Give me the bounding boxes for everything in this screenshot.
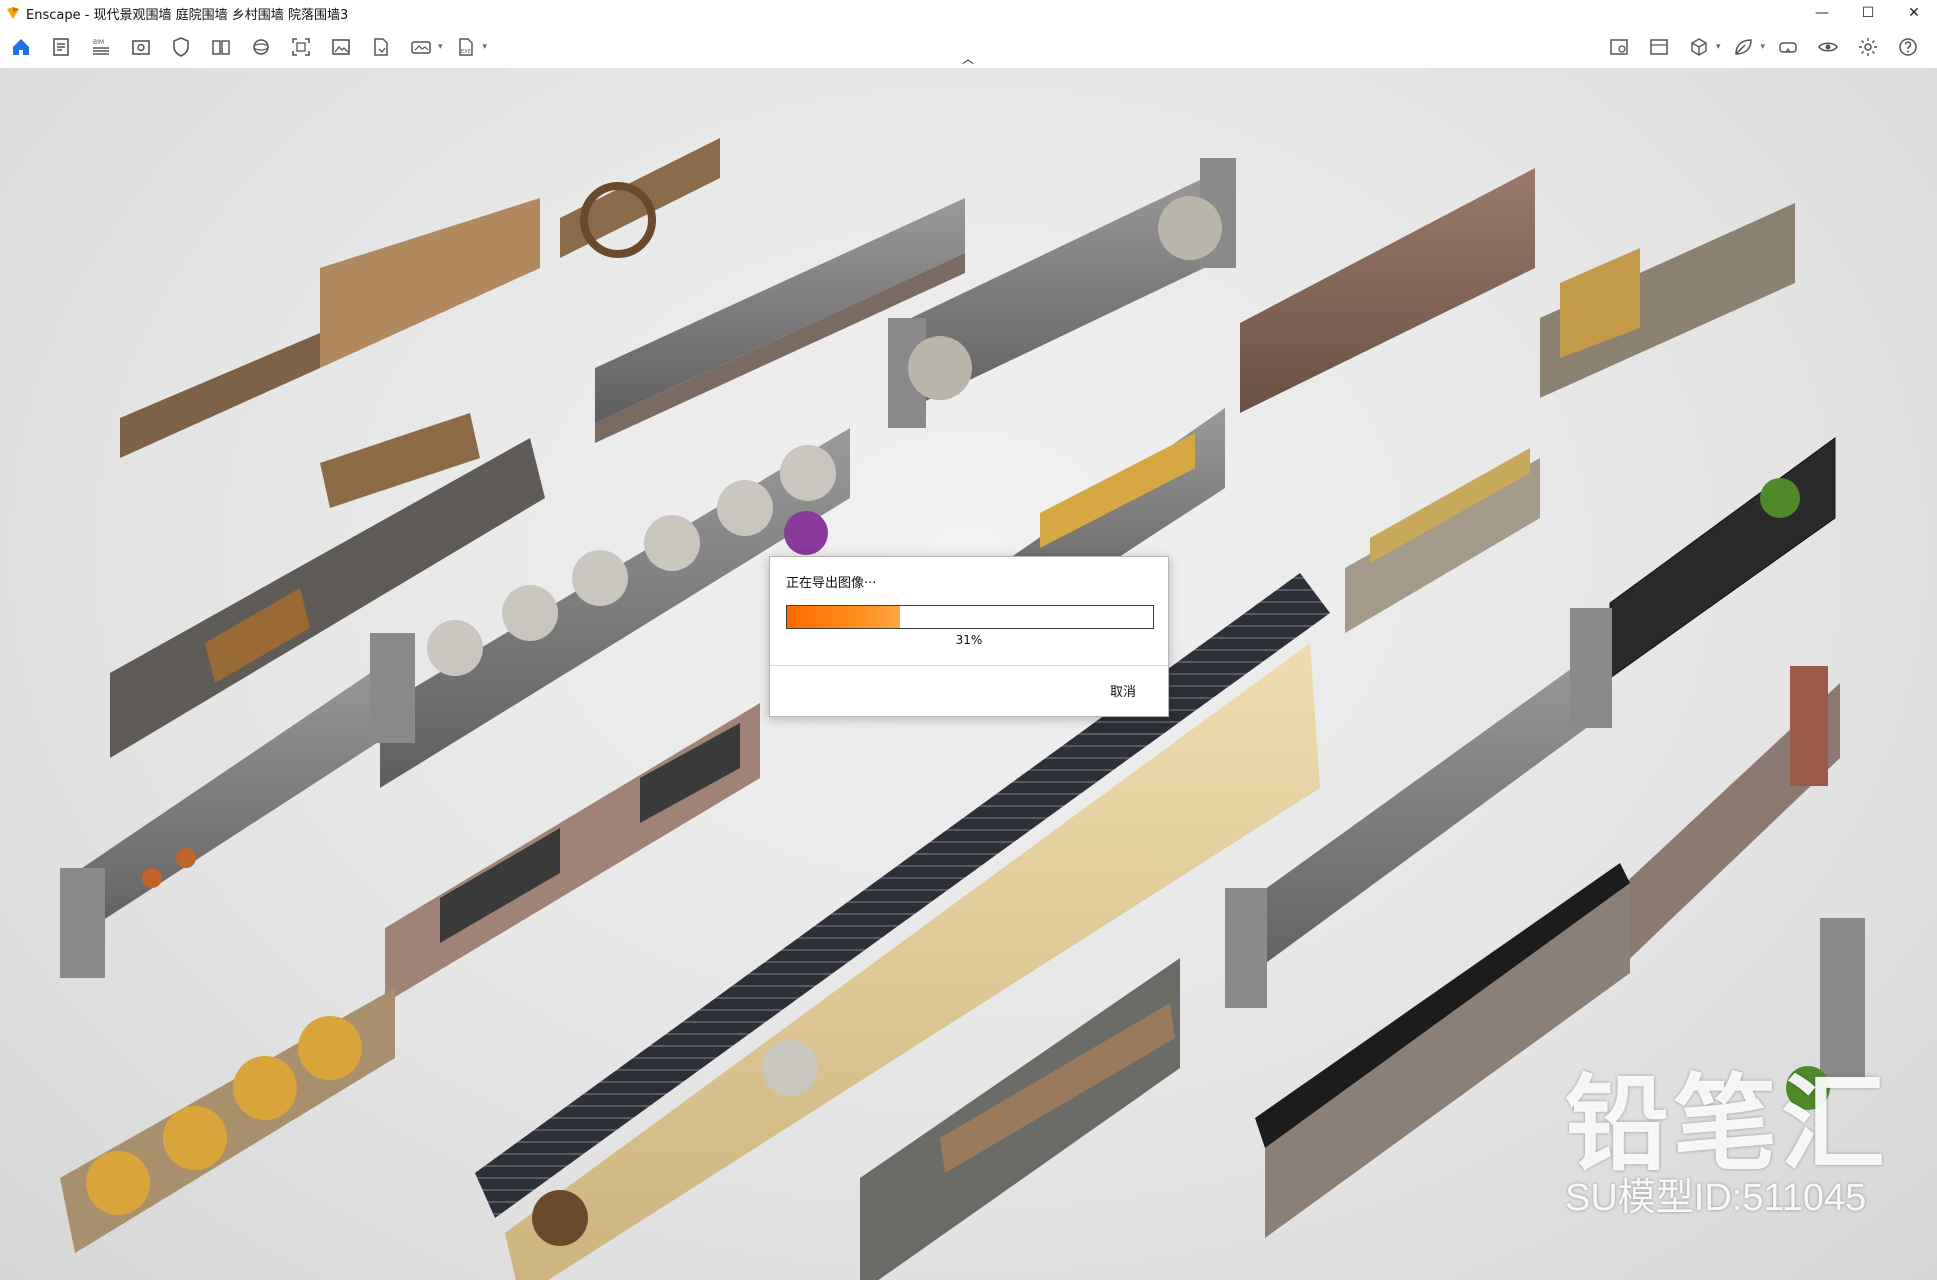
brick-pillar-wall-with-wood-slats [1620,666,1840,968]
gabion-wall-with-plants [1609,437,1836,679]
eye-button[interactable] [1813,32,1843,62]
notes-icon [53,38,69,56]
screenshot-button[interactable] [286,32,316,62]
watermark-model-id: SU模型ID:511045 [1564,1177,1867,1220]
vr-headset-icon [1779,42,1797,53]
image-gallery-icon [1650,39,1668,55]
leaf-icon [1735,39,1753,55]
sphere-button[interactable] [246,32,276,62]
svg-text:BIM: BIM [93,39,104,46]
notes-button[interactable] [46,32,76,62]
minimize-icon: — [1815,5,1829,21]
image-gallery-button[interactable] [1644,32,1674,62]
leaf-button[interactable] [1728,32,1758,62]
vr-headset-button[interactable] [1773,32,1803,62]
maximize-icon: ☐ [1861,5,1875,21]
view-icon [132,40,150,55]
enscape-logo-icon [7,7,19,19]
rubble-stone-wall-with-bamboo-rail [1345,448,1540,633]
watermark: 铅笔汇 SU模型ID:511045 [1565,1072,1889,1222]
bim-button[interactable]: BIM [86,32,116,62]
window-title: Enscape - 现代景观围墙 庭院围墙 乡村围墙 院落围墙3 [26,7,349,23]
shield-icon [173,37,189,57]
image-button[interactable] [326,32,356,62]
sphere-icon [253,39,269,55]
home-icon [13,39,29,55]
maximize-button[interactable]: ☐ [1845,0,1891,26]
watermark-brand: 铅笔汇 [1564,1063,1889,1186]
close-icon: ✕ [1908,5,1920,21]
settings-icon [1859,38,1877,56]
red-brick-wall [1240,168,1535,413]
cube-button[interactable] [1684,32,1714,62]
exe-export-button[interactable]: EXE [451,32,481,62]
capture-icon [1610,39,1628,55]
stone-pillar-wall-with-millstones [888,158,1236,428]
cube-icon [1691,38,1707,56]
image-icon [332,39,350,55]
screenshot-icon [292,38,310,56]
cancel-button[interactable]: 取消 [1110,681,1136,700]
home-button[interactable] [6,32,36,62]
panorama-icon [411,41,431,54]
dialog-divider [770,665,1168,666]
progress-percentage: 31% [955,633,983,647]
capture-button[interactable] [1604,32,1634,62]
chevron-down-icon[interactable]: ▾ [1716,42,1721,52]
straw-wall-with-round-signs [60,988,395,1253]
close-button[interactable]: ✕ [1891,0,1937,26]
eye-icon [1818,42,1838,52]
export-progress-bar [786,605,1154,629]
chevron-down-icon[interactable]: ▾ [1760,42,1765,52]
rural-stone-wall-with-wooden-fence [1540,203,1795,398]
settings-button[interactable] [1853,32,1883,62]
chevron-down-icon[interactable]: ▾ [438,42,443,52]
export-file-icon [374,38,388,56]
progress-fill [787,606,901,628]
collapse-toolbar-icon[interactable]: ︿ [962,50,974,67]
book-icon [212,40,230,55]
exe-export-icon: EXE [458,38,473,56]
view-button[interactable] [126,32,156,62]
help-icon [1899,38,1917,56]
dialog-title: 正在导出图像··· [786,576,877,591]
panorama-button[interactable] [406,32,436,62]
export-progress-dialog: 正在导出图像··· 31% 取消 [769,556,1169,717]
minimize-button[interactable]: — [1799,0,1845,26]
book-button[interactable] [206,32,236,62]
chevron-down-icon[interactable]: ▾ [483,42,488,52]
title-bar: Enscape - 现代景观围墙 庭院围墙 乡村围墙 院落围墙3 — ☐ ✕ [0,0,1937,26]
shield-button[interactable] [166,32,196,62]
export-file-button[interactable] [366,32,396,62]
bim-icon: BIM [93,39,109,55]
svg-text:EXE: EXE [461,49,471,55]
help-button[interactable] [1893,32,1923,62]
